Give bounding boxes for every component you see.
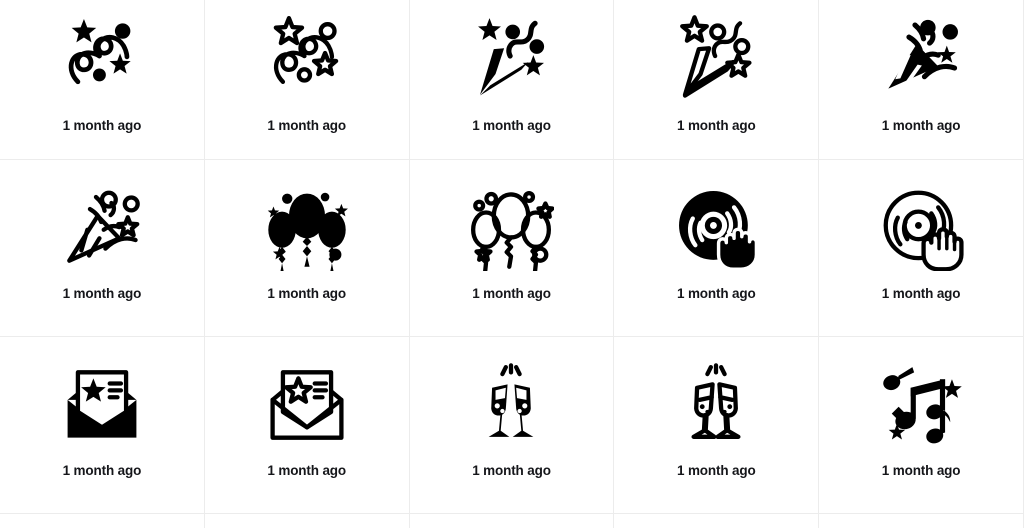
invitation-envelope-outline-icon[interactable]	[257, 359, 357, 451]
icon-result-cell[interactable]: 1 month ago	[204, 0, 410, 160]
icon-result-cell[interactable]	[204, 514, 410, 528]
fireworks-streamers-filled-icon[interactable]	[461, 8, 561, 104]
fireworks-streamers-outline-icon[interactable]	[666, 8, 766, 104]
icon-result-cell[interactable]	[819, 514, 1024, 528]
icon-result-cell[interactable]: 1 month ago	[0, 337, 205, 514]
vinyl-record-hand-filled-icon[interactable]	[666, 182, 766, 274]
icon-timestamp-label: 1 month ago	[62, 286, 142, 301]
invitation-envelope-filled-icon[interactable]	[52, 359, 152, 451]
icon-timestamp-label: 1 month ago	[62, 463, 142, 478]
icon-result-cell[interactable]	[614, 514, 820, 528]
icon-timestamp-label: 1 month ago	[881, 463, 961, 478]
icon-result-cell[interactable]: 1 month ago	[819, 0, 1024, 160]
icon-timestamp-label: 1 month ago	[472, 463, 551, 478]
icon-result-cell[interactable]: 1 month ago	[614, 337, 820, 514]
icon-result-cell[interactable]	[409, 514, 615, 528]
icon-timestamp-label: 1 month ago	[472, 118, 551, 133]
icon-result-cell[interactable]: 1 month ago	[819, 160, 1024, 337]
party-popper-filled-icon[interactable]	[871, 8, 971, 104]
icon-results-grid: 1 month ago 1 month ago 1 month ago 1 month…	[0, 0, 1024, 528]
icon-result-cell[interactable]: 1 month ago	[0, 0, 205, 160]
icon-result-cell[interactable]	[0, 514, 205, 528]
icon-timestamp-label: 1 month ago	[267, 463, 346, 478]
icon-result-cell[interactable]: 1 month ago	[409, 337, 615, 514]
icon-timestamp-label: 1 month ago	[472, 286, 551, 301]
champagne-toast-filled-icon[interactable]	[461, 359, 561, 451]
icon-result-cell[interactable]: 1 month ago	[204, 337, 410, 514]
icon-timestamp-label: 1 month ago	[676, 118, 756, 133]
icon-timestamp-label: 1 month ago	[676, 286, 756, 301]
icon-result-cell[interactable]: 1 month ago	[409, 0, 615, 160]
music-notes-stars-filled-icon[interactable]	[871, 359, 971, 451]
icon-result-cell[interactable]: 1 month ago	[614, 0, 820, 160]
confetti-streamers-outline-icon[interactable]	[257, 8, 357, 104]
icon-timestamp-label: 1 month ago	[881, 118, 961, 133]
icon-timestamp-label: 1 month ago	[267, 118, 346, 133]
icon-result-cell[interactable]: 1 month ago	[819, 337, 1024, 514]
icon-result-cell[interactable]: 1 month ago	[0, 160, 205, 337]
icon-timestamp-label: 1 month ago	[676, 463, 756, 478]
icon-result-cell[interactable]: 1 month ago	[204, 160, 410, 337]
icon-timestamp-label: 1 month ago	[881, 286, 961, 301]
icon-timestamp-label: 1 month ago	[267, 286, 346, 301]
vinyl-record-hand-outline-icon[interactable]	[871, 182, 971, 274]
party-popper-outline-icon[interactable]	[52, 182, 152, 274]
icon-result-cell[interactable]: 1 month ago	[409, 160, 615, 337]
balloons-filled-icon[interactable]	[257, 182, 357, 274]
balloons-outline-icon[interactable]	[461, 182, 561, 274]
champagne-toast-outline-icon[interactable]	[666, 359, 766, 451]
icon-result-cell[interactable]: 1 month ago	[614, 160, 820, 337]
confetti-streamers-filled-icon[interactable]	[52, 8, 152, 104]
icon-timestamp-label: 1 month ago	[62, 118, 142, 133]
